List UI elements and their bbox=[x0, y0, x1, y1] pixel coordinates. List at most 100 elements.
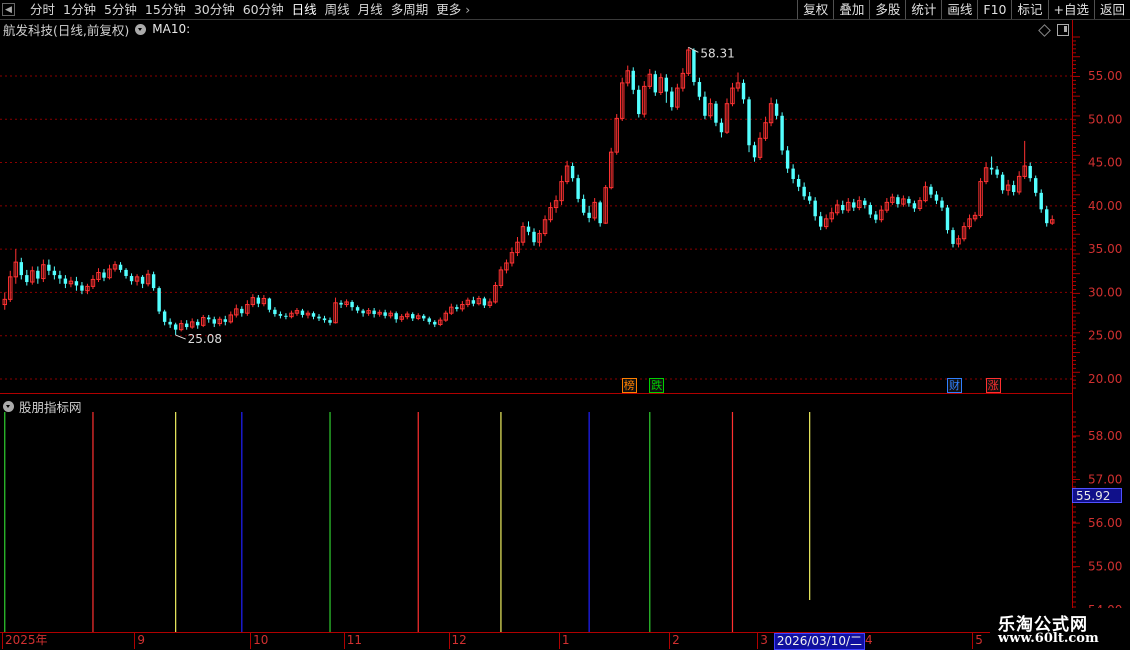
candle-body-down bbox=[526, 226, 531, 232]
candle-body-down bbox=[774, 103, 779, 116]
candle-body-down bbox=[995, 169, 999, 175]
candle-body-down bbox=[907, 198, 911, 204]
candle-body-down bbox=[945, 207, 950, 231]
event-marker[interactable]: 榜 bbox=[621, 378, 637, 393]
candle-body-down bbox=[184, 323, 189, 328]
kline-chart[interactable]: 55.00 50.00 45.00 40.00 35.00 30.00 25.00 20.00… bbox=[0, 0, 1130, 650]
candle-body-down bbox=[455, 307, 459, 309]
candle-body-down bbox=[1033, 178, 1038, 193]
sub-indicator-dropdown-icon[interactable] bbox=[3, 401, 14, 412]
price-tick-label: 30.00 bbox=[1088, 285, 1122, 299]
candle-body-down bbox=[300, 310, 305, 315]
candle-body-down bbox=[631, 70, 635, 90]
cursor-date-label: 2026/03/10/二 bbox=[773, 633, 866, 650]
candle-body-down bbox=[36, 270, 40, 279]
candle-body-down bbox=[989, 167, 994, 170]
candle-body-down bbox=[411, 314, 415, 319]
candle-body-down bbox=[350, 301, 354, 308]
candle-body-down bbox=[796, 179, 801, 187]
candle-body-down bbox=[807, 196, 812, 201]
candle-body-down bbox=[670, 91, 674, 108]
candle-body-down bbox=[284, 315, 288, 317]
candle-body-down bbox=[422, 315, 426, 319]
watermark-url: www.60lt.com bbox=[998, 631, 1099, 646]
price-axis-border bbox=[1072, 20, 1073, 632]
sub-tick-label: 57.00 bbox=[1088, 473, 1122, 487]
candle-body-down bbox=[818, 216, 823, 227]
candle-body-down bbox=[151, 274, 156, 289]
candle-body-down bbox=[598, 202, 602, 224]
high-price-label: 58.31 bbox=[700, 46, 734, 60]
candle-body-down bbox=[637, 89, 641, 115]
candle-body-down bbox=[394, 313, 398, 320]
candle-body-down bbox=[1011, 185, 1016, 192]
candle-body-down bbox=[433, 321, 437, 325]
sub-indicator-title: 股朋指标网 bbox=[19, 400, 82, 415]
price-tick-label: 45.00 bbox=[1088, 156, 1122, 170]
candle-body-down bbox=[1028, 166, 1032, 179]
low-price-label: 25.08 bbox=[188, 332, 222, 346]
candle-body-down bbox=[207, 317, 211, 320]
candle-body-down bbox=[587, 212, 591, 218]
candle-body-down bbox=[240, 308, 244, 314]
candle-body-down bbox=[102, 272, 106, 278]
candle-body-down bbox=[372, 310, 376, 315]
price-tick-label: 35.00 bbox=[1088, 242, 1122, 256]
candle-body-down bbox=[19, 262, 24, 276]
candle-body-down bbox=[813, 200, 817, 217]
candle-body-down bbox=[427, 318, 431, 322]
candle-body-down bbox=[714, 103, 718, 123]
date-axis-label: 1 bbox=[561, 633, 570, 647]
candle-body-down bbox=[361, 310, 365, 314]
event-marker[interactable]: 涨 bbox=[985, 378, 1001, 393]
candle-body-down bbox=[581, 198, 586, 213]
candle-body-down bbox=[653, 74, 658, 93]
date-axis-label: 10 bbox=[253, 633, 269, 647]
event-marker[interactable]: 财 bbox=[947, 378, 962, 393]
candle-body-down bbox=[196, 321, 200, 326]
candle-body-down bbox=[752, 145, 757, 158]
candle-body-down bbox=[162, 311, 167, 322]
candle-body-down bbox=[896, 197, 900, 205]
price-tick-label: 40.00 bbox=[1088, 199, 1122, 213]
candle-body-down bbox=[118, 264, 123, 270]
candle-body-down bbox=[355, 307, 360, 311]
candle-body-down bbox=[570, 166, 575, 179]
candle-body-down bbox=[74, 281, 79, 286]
candle-body-down bbox=[58, 275, 62, 279]
pane-divider[interactable] bbox=[0, 393, 1072, 394]
candle-body-down bbox=[267, 298, 272, 310]
candle-body-down bbox=[780, 115, 784, 151]
candle-body-down bbox=[471, 300, 476, 304]
candle-body-down bbox=[173, 324, 178, 330]
current-value-tag: 55.92 bbox=[1072, 488, 1122, 503]
candle-body-down bbox=[168, 321, 172, 325]
sub-tick-label: 58.00 bbox=[1088, 429, 1122, 443]
candle-body-down bbox=[940, 200, 944, 208]
candle-body-down bbox=[223, 319, 227, 322]
candle-body-down bbox=[482, 298, 487, 306]
candle-body-down bbox=[841, 204, 845, 211]
candle-body-down bbox=[912, 203, 917, 209]
candle-body-down bbox=[1000, 174, 1005, 191]
candle-body-down bbox=[278, 314, 283, 316]
candle-body-down bbox=[697, 82, 702, 97]
date-axis-label: 2025年 bbox=[5, 633, 48, 647]
candle-body-down bbox=[328, 320, 332, 323]
date-axis-label: 5 bbox=[975, 633, 983, 647]
candle-body-down bbox=[863, 200, 867, 205]
candle-body-down bbox=[1039, 192, 1043, 210]
candle-body-down bbox=[339, 302, 343, 305]
event-marker[interactable]: 跌 bbox=[649, 378, 665, 393]
candle-body-down bbox=[322, 318, 327, 321]
date-axis-label: 9 bbox=[137, 633, 145, 647]
candle-body-down bbox=[212, 319, 216, 324]
candle-body-down bbox=[802, 186, 806, 197]
candle-body-down bbox=[52, 270, 57, 276]
candle-body-down bbox=[747, 99, 751, 146]
date-axis: 2025年 9 10 11 12 1 2 3 4 5 2026/03/10/二 bbox=[0, 632, 1072, 650]
candle-body-down bbox=[311, 313, 316, 317]
candle-body-down bbox=[256, 297, 261, 304]
date-axis-label: 11 bbox=[346, 633, 363, 647]
candle-body-down bbox=[124, 269, 128, 276]
